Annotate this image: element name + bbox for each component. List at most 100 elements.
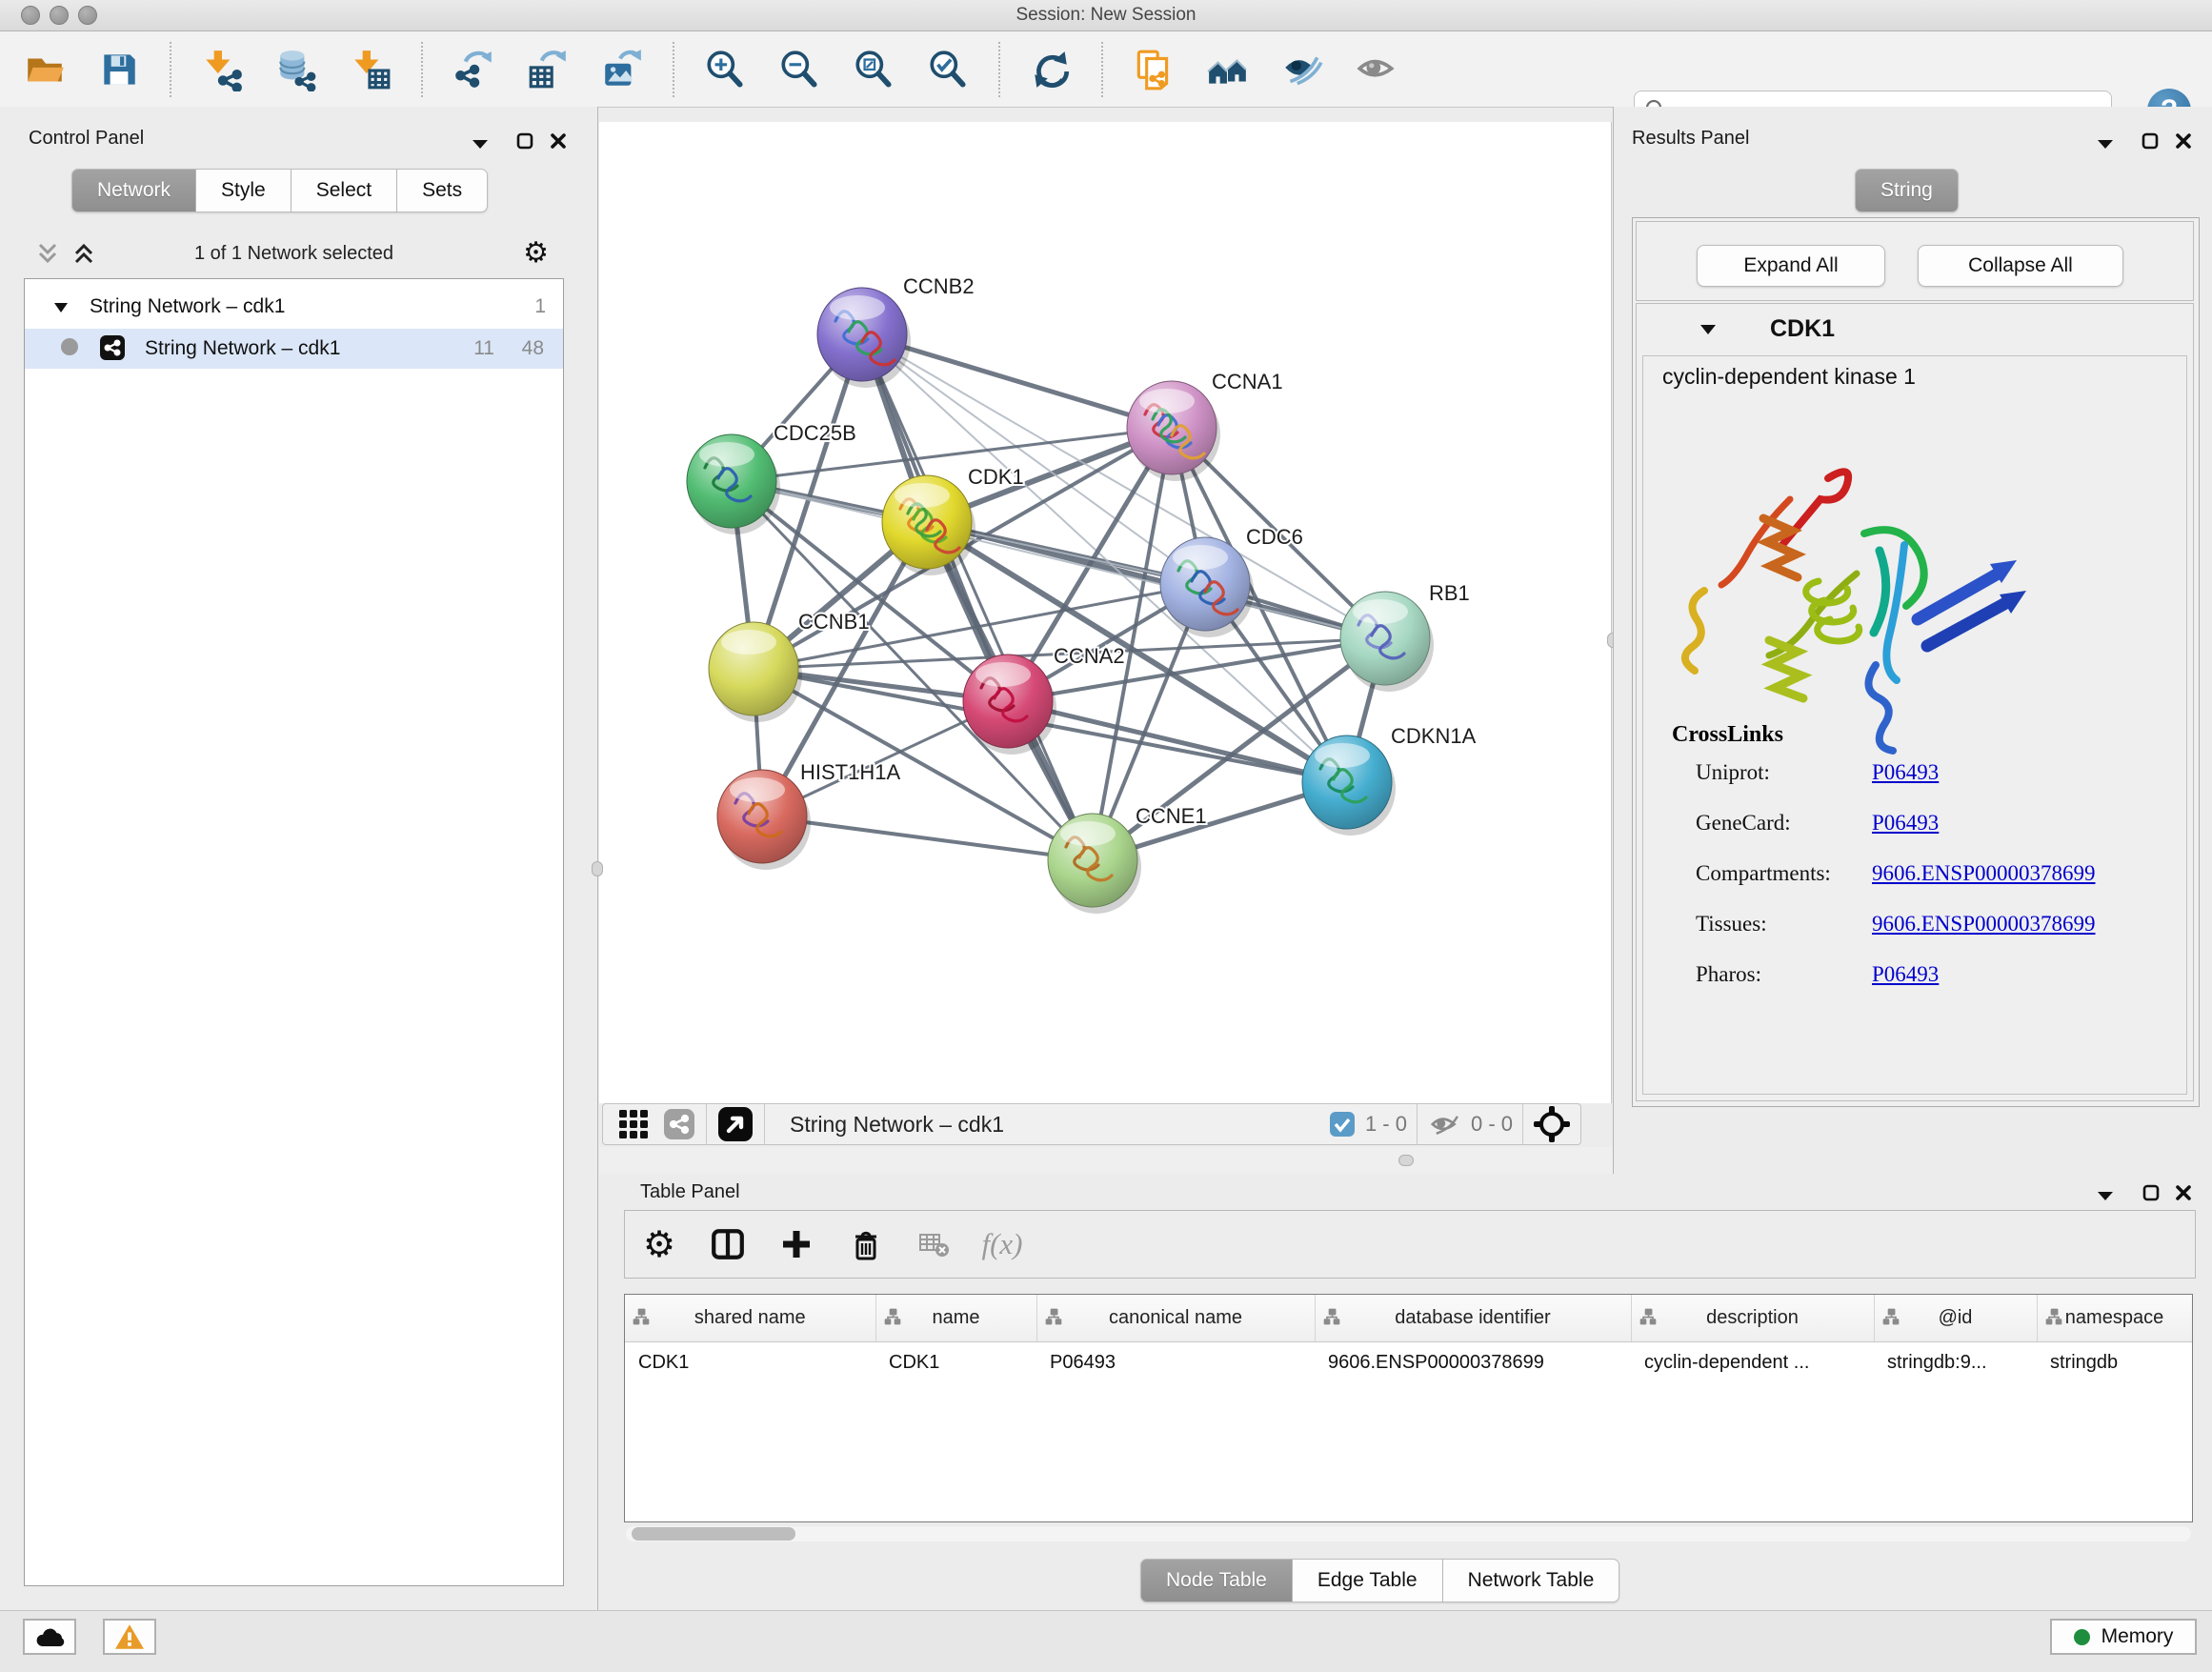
- app-window: Session: New Session: [0, 0, 2212, 1671]
- crosslink-value-link[interactable]: 9606.ENSP00000378699: [1872, 912, 2096, 936]
- edge-HIST1H1A-CCNE1[interactable]: [762, 816, 1093, 860]
- import-table-button[interactable]: [333, 41, 408, 98]
- close-panel-icon[interactable]: [2173, 1182, 2194, 1203]
- houses-icon: [1206, 48, 1250, 91]
- maximize-panel-icon[interactable]: [2140, 131, 2161, 151]
- tree-expander-icon[interactable]: [51, 298, 70, 317]
- export-table-button[interactable]: [511, 41, 585, 98]
- horizontal-scrollbar[interactable]: [626, 1526, 2191, 1541]
- column-header-name[interactable]: name: [875, 1295, 1036, 1342]
- table-settings-button[interactable]: ⚙: [625, 1216, 694, 1273]
- import-network-file-button[interactable]: [185, 41, 259, 98]
- memory-button[interactable]: Memory: [2050, 1619, 2197, 1655]
- column-header-namespace[interactable]: namespace: [2037, 1295, 2192, 1342]
- zoom-selected-button[interactable]: [911, 41, 985, 98]
- column-header-database-identifier[interactable]: database identifier: [1315, 1295, 1631, 1342]
- tab-style[interactable]: Style: [196, 169, 292, 212]
- refresh-view-button[interactable]: [1014, 41, 1088, 98]
- node-HIST1H1A[interactable]: HIST1H1A: [717, 760, 900, 870]
- network-collection-row[interactable]: String Network – cdk1 1: [25, 287, 563, 329]
- save-session-button[interactable]: [82, 41, 156, 98]
- create-column-button[interactable]: [762, 1216, 831, 1273]
- column-header-shared-name[interactable]: shared name: [625, 1295, 875, 1342]
- column-type-icon: [1881, 1307, 1900, 1326]
- hidden-eye-icon[interactable]: [1427, 1107, 1461, 1141]
- memory-label: Memory: [2101, 1625, 2174, 1648]
- delete-column-button[interactable]: [831, 1216, 899, 1273]
- zoom-in-button[interactable]: [688, 41, 762, 98]
- network-tree: String Network – cdk1 1 String Network –…: [24, 278, 564, 1586]
- node-RB1[interactable]: RB1: [1340, 581, 1470, 692]
- table-panel: Table Panel ⚙ f(x) shared namenamecanoni…: [599, 1174, 2212, 1610]
- section-expander-icon[interactable]: [1698, 319, 1719, 340]
- grid-view-icon[interactable]: [616, 1107, 651, 1141]
- clone-network-button[interactable]: [1116, 41, 1191, 98]
- column-header-description[interactable]: description: [1631, 1295, 1874, 1342]
- node-CDKN1A[interactable]: CDKN1A: [1302, 724, 1477, 836]
- crosslink-label: Pharos:: [1696, 962, 1872, 987]
- splitter-handle[interactable]: [1398, 1155, 1414, 1166]
- crosslink-value-link[interactable]: P06493: [1872, 760, 1939, 784]
- table-row[interactable]: CDK1CDK1P064939606.ENSP00000378699cyclin…: [625, 1342, 2192, 1383]
- crosslink-row: Compartments:9606.ENSP00000378699: [1696, 861, 2172, 912]
- show-graphics-details-button[interactable]: [1339, 41, 1414, 98]
- crosslink-value-link[interactable]: 9606.ENSP00000378699: [1872, 861, 2096, 885]
- expand-all-button[interactable]: Expand All: [1697, 245, 1885, 287]
- birdseye-view-icon[interactable]: [716, 1105, 754, 1143]
- export-image-button[interactable]: [585, 41, 659, 98]
- selected-checkbox-icon[interactable]: [1329, 1111, 1356, 1138]
- close-panel-icon[interactable]: [548, 131, 569, 151]
- node-CCNE1[interactable]: CCNE1: [1048, 804, 1207, 914]
- tab-sets[interactable]: Sets: [397, 169, 488, 212]
- node-CCNA1[interactable]: CCNA1: [1127, 370, 1283, 481]
- network-share-view-icon[interactable]: [662, 1107, 696, 1141]
- zoom-out-icon: [777, 48, 821, 91]
- tab-network[interactable]: Network: [71, 169, 196, 212]
- crosslink-value-link[interactable]: P06493: [1872, 811, 1939, 835]
- delete-table-button[interactable]: [899, 1216, 968, 1273]
- scrollbar-thumb[interactable]: [632, 1527, 795, 1541]
- node-CCNA2[interactable]: CCNA2: [963, 644, 1125, 755]
- column-header-canonical-name[interactable]: canonical name: [1036, 1295, 1315, 1342]
- string-results-container: Expand All Collapse All CDK1 cyclin-depe…: [1632, 217, 2200, 1107]
- zoom-out-button[interactable]: [762, 41, 836, 98]
- column-header--id[interactable]: @id: [1874, 1295, 2037, 1342]
- float-panel-icon[interactable]: [470, 133, 491, 154]
- node-CCNB2[interactable]: CCNB2: [817, 274, 975, 388]
- tab-node-table[interactable]: Node Table: [1140, 1559, 1293, 1602]
- column-type-icon: [632, 1307, 651, 1326]
- show-columns-button[interactable]: [694, 1216, 762, 1273]
- fit-selected-crosshair-icon[interactable]: [1533, 1105, 1571, 1143]
- gear-icon[interactable]: ⚙: [523, 239, 549, 268]
- collapse-all-button[interactable]: Collapse All: [1918, 245, 2123, 287]
- table-panel-title: Table Panel: [640, 1181, 740, 1203]
- home-button[interactable]: [1191, 41, 1265, 98]
- crosslink-value-link[interactable]: P06493: [1872, 962, 1939, 986]
- tab-select[interactable]: Select: [292, 169, 397, 212]
- node-CDC6[interactable]: CDC6: [1160, 525, 1303, 637]
- export-network-icon: [452, 48, 495, 91]
- close-panel-icon[interactable]: [2173, 131, 2194, 151]
- gene-symbol: CDK1: [1770, 315, 1835, 343]
- network-canvas[interactable]: CCNB2CCNA1CDC25BCDK1CDC6RB1CCNB1CCNA2CDK…: [599, 122, 1612, 1103]
- float-panel-icon[interactable]: [2095, 133, 2116, 154]
- float-panel-icon[interactable]: [2095, 1185, 2116, 1206]
- hide-graphics-details-button[interactable]: [1265, 41, 1339, 98]
- tab-string[interactable]: String: [1855, 169, 1959, 212]
- maximize-panel-icon[interactable]: [2141, 1182, 2162, 1203]
- node-CDK1[interactable]: CDK1: [882, 465, 1024, 575]
- network-row-selected[interactable]: String Network – cdk1 11 48: [25, 329, 563, 369]
- zoom-fit-button[interactable]: [836, 41, 911, 98]
- cloud-status-button[interactable]: [23, 1619, 76, 1655]
- left-splitter-handle[interactable]: [592, 861, 603, 876]
- tab-edge-table[interactable]: Edge Table: [1293, 1559, 1443, 1602]
- export-network-button[interactable]: [436, 41, 511, 98]
- tab-network-table[interactable]: Network Table: [1443, 1559, 1620, 1602]
- gene-section-header[interactable]: CDK1: [1637, 304, 2193, 355]
- warnings-button[interactable]: [103, 1619, 156, 1655]
- cloud-icon: [33, 1624, 66, 1649]
- maximize-panel-icon[interactable]: [514, 131, 535, 151]
- import-network-database-button[interactable]: [259, 41, 333, 98]
- function-builder-button[interactable]: f(x): [968, 1216, 1036, 1273]
- open-session-button[interactable]: [8, 41, 82, 98]
